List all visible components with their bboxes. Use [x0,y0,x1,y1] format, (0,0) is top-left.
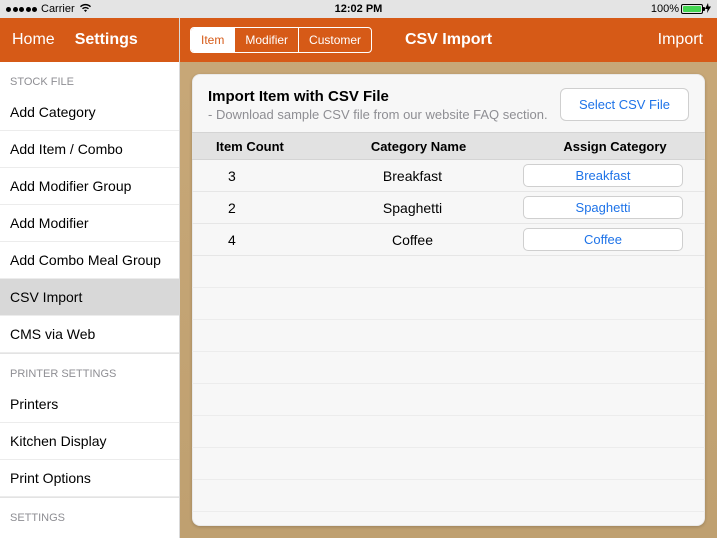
sidebar-item[interactable]: Add Category [0,94,179,131]
cell-assign: Spaghetti [513,196,693,219]
panel-title: Import Item with CSV File [208,88,548,105]
sidebar-item[interactable]: Add Combo Meal Group [0,242,179,279]
cell-count: 4 [192,232,312,248]
segment-customer[interactable]: Customer [299,28,371,52]
section-header: STOCK FILE [0,62,179,94]
wifi-icon [79,3,92,16]
empty-row [192,352,705,384]
sidebar-title: Settings [75,31,138,49]
sidebar-item[interactable]: General [0,530,179,538]
assign-category-button[interactable]: Coffee [523,228,683,251]
battery-percent: 100% [651,3,679,15]
segment-item[interactable]: Item [191,28,235,52]
cell-assign: Breakfast [513,164,693,187]
charging-icon [705,3,711,16]
empty-row [192,320,705,352]
sidebar-item[interactable]: CMS via Web [0,316,179,353]
sidebar-item[interactable]: Kitchen Display [0,423,179,460]
status-left: Carrier [6,3,92,16]
table-row: 3BreakfastBreakfast [192,160,705,192]
carrier-label: Carrier [41,3,75,15]
battery-icon [681,4,703,14]
col-header-assign: Assign Category [525,139,705,154]
sidebar-item[interactable]: Add Modifier Group [0,168,179,205]
empty-row [192,448,705,480]
sidebar-item[interactable]: Add Item / Combo [0,131,179,168]
csv-panel: Import Item with CSV File - Download sam… [192,74,705,526]
table-row: 2SpaghettiSpaghetti [192,192,705,224]
panel-subtitle: - Download sample CSV file from our webs… [208,107,548,122]
sidebar: Home Settings STOCK FILEAdd CategoryAdd … [0,18,180,538]
cell-name: Breakfast [312,168,513,184]
assign-category-button[interactable]: Spaghetti [523,196,683,219]
empty-row [192,416,705,448]
sidebar-item[interactable]: Print Options [0,460,179,497]
table-row: 4CoffeeCoffee [192,224,705,256]
segment-modifier[interactable]: Modifier [235,28,299,52]
select-csv-button[interactable]: Select CSV File [560,88,689,121]
cell-assign: Coffee [513,228,693,251]
home-button[interactable]: Home [12,31,55,49]
assign-category-button[interactable]: Breakfast [523,164,683,187]
status-right: 100% [651,3,711,16]
section-header: SETTINGS [0,497,179,530]
sidebar-item[interactable]: CSV Import [0,279,179,316]
cell-count: 3 [192,168,312,184]
page-title: CSV Import [405,31,492,49]
empty-row [192,288,705,320]
section-header: PRINTER SETTINGS [0,353,179,386]
empty-row [192,256,705,288]
table-header: Item Count Category Name Assign Category [192,132,705,160]
cell-count: 2 [192,200,312,216]
status-bar: Carrier 12:02 PM 100% [0,0,717,18]
empty-row [192,384,705,416]
col-header-count: Item Count [192,139,312,154]
col-header-name: Category Name [312,139,525,154]
sidebar-item[interactable]: Add Modifier [0,205,179,242]
main-header: ItemModifierCustomer CSV Import Import [180,18,717,62]
empty-row [192,512,705,526]
status-time: 12:02 PM [335,3,383,15]
import-button[interactable]: Import [658,31,703,49]
sidebar-item[interactable]: Printers [0,386,179,423]
cell-name: Coffee [312,232,513,248]
signal-icon [6,7,37,12]
main-area: ItemModifierCustomer CSV Import Import I… [180,18,717,538]
segmented-control: ItemModifierCustomer [190,27,372,53]
empty-row [192,480,705,512]
cell-name: Spaghetti [312,200,513,216]
sidebar-header: Home Settings [0,18,179,62]
